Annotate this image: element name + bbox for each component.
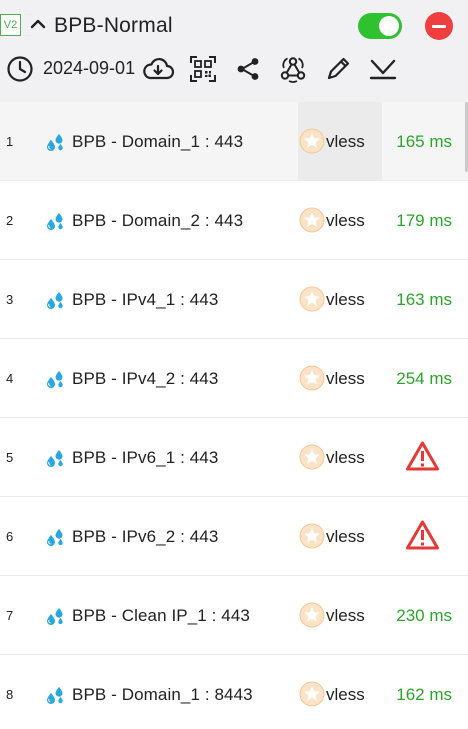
- protocol-cell: vless: [298, 181, 382, 259]
- profile-enable-toggle[interactable]: [358, 13, 402, 39]
- qr-code-icon: [190, 56, 216, 82]
- server-name: BPB - IPv6_1 : 443: [72, 448, 219, 467]
- profile-header: V2 BPB-Normal 2024-09-01: [0, 0, 468, 102]
- server-protocol: vless: [326, 290, 365, 309]
- remove-profile-button[interactable]: [425, 12, 453, 40]
- star-icon[interactable]: [299, 207, 325, 233]
- server-protocol: vless: [326, 369, 365, 388]
- share-icon: [237, 58, 259, 80]
- protocol-cell: vless: [298, 260, 382, 338]
- server-row[interactable]: 8 BPB - Domain_1 : 8443 vless 162 ms: [0, 655, 468, 729]
- server-protocol: vless: [326, 606, 365, 625]
- star-icon[interactable]: [299, 365, 325, 391]
- server-row[interactable]: 2 BPB - Domain_2 : 443 vless 179 ms: [0, 181, 468, 260]
- droplets-icon: [47, 529, 63, 546]
- warning-icon: [406, 520, 439, 550]
- server-row[interactable]: 1 BPB - Domain_1 : 443 vless 165 ms: [0, 102, 468, 181]
- edit-icon: [327, 57, 350, 80]
- server-protocol: vless: [326, 527, 365, 546]
- server-index: 7: [6, 608, 14, 623]
- server-name: BPB - Domain_1 : 443: [72, 132, 244, 151]
- server-row[interactable]: 3 BPB - IPv4_1 : 443 vless 163 ms: [0, 260, 468, 339]
- server-delay: 163 ms: [396, 290, 452, 309]
- share-button[interactable]: [231, 52, 265, 86]
- protocol-cell: vless: [298, 418, 382, 496]
- protocol-cell: vless: [298, 497, 382, 575]
- edit-button[interactable]: [321, 52, 355, 86]
- server-delay: 230 ms: [396, 606, 452, 625]
- server-index: 5: [6, 450, 14, 465]
- update-subscription-button[interactable]: [141, 52, 175, 86]
- server-name: BPB - IPv4_2 : 443: [72, 369, 219, 388]
- server-name: BPB - Domain_1 : 8443: [72, 685, 253, 704]
- star-icon[interactable]: [299, 602, 325, 628]
- server-row[interactable]: 7 BPB - Clean IP_1 : 443 vless 230 ms: [0, 576, 468, 655]
- server-name: BPB - IPv4_1 : 443: [72, 290, 219, 309]
- minus-icon: [432, 24, 446, 28]
- server-delay: 162 ms: [396, 685, 452, 704]
- sort-button[interactable]: [366, 52, 400, 86]
- core-badge: V2: [0, 14, 21, 36]
- star-icon[interactable]: [299, 128, 325, 154]
- server-name: BPB - Clean IP_1 : 443: [72, 606, 250, 625]
- server-delay: 179 ms: [396, 211, 452, 230]
- protocol-cell: vless: [298, 339, 382, 417]
- webhook-icon: [280, 57, 306, 83]
- droplets-icon: [47, 213, 63, 230]
- last-update-date: 2024-09-01: [43, 58, 136, 78]
- star-icon[interactable]: [299, 681, 325, 707]
- droplets-icon: [47, 371, 63, 388]
- server-index: 2: [6, 213, 14, 228]
- chevron-up-icon[interactable]: [29, 15, 47, 33]
- sort-icon: [369, 59, 397, 80]
- protocol-cell: vless: [298, 576, 382, 654]
- server-name: BPB - IPv6_2 : 443: [72, 527, 219, 546]
- droplets-icon: [47, 687, 63, 704]
- qr-code-button[interactable]: [186, 52, 220, 86]
- server-index: 3: [6, 292, 14, 307]
- clock-icon: [7, 56, 33, 82]
- star-icon[interactable]: [299, 286, 325, 312]
- server-index: 6: [6, 529, 14, 544]
- webhook-button[interactable]: [276, 52, 310, 86]
- server-protocol: vless: [326, 685, 365, 704]
- profile-name[interactable]: BPB-Normal: [54, 14, 173, 38]
- server-row[interactable]: 5 BPB - IPv6_1 : 443 vless: [0, 418, 468, 497]
- server-row[interactable]: 6 BPB - IPv6_2 : 443 vless: [0, 497, 468, 576]
- cloud-download-icon: [143, 58, 175, 80]
- warning-icon: [406, 441, 439, 471]
- server-protocol: vless: [326, 448, 365, 467]
- droplets-icon: [47, 608, 63, 625]
- server-index: 4: [6, 371, 14, 386]
- toggle-knob: [379, 16, 399, 36]
- server-delay: 254 ms: [396, 369, 452, 388]
- droplets-icon: [47, 292, 63, 309]
- server-protocol: vless: [326, 132, 365, 151]
- server-delay: 165 ms: [396, 132, 452, 151]
- star-icon[interactable]: [299, 523, 325, 549]
- server-index: 1: [6, 134, 14, 149]
- protocol-cell: vless: [298, 655, 382, 729]
- server-row[interactable]: 4 BPB - IPv4_2 : 443 vless 254 ms: [0, 339, 468, 418]
- protocol-cell: vless: [298, 102, 382, 180]
- droplets-icon: [47, 134, 63, 151]
- server-name: BPB - Domain_2 : 443: [72, 211, 244, 230]
- star-icon[interactable]: [299, 444, 325, 470]
- droplets-icon: [47, 450, 63, 467]
- server-index: 8: [6, 687, 14, 702]
- server-protocol: vless: [326, 211, 365, 230]
